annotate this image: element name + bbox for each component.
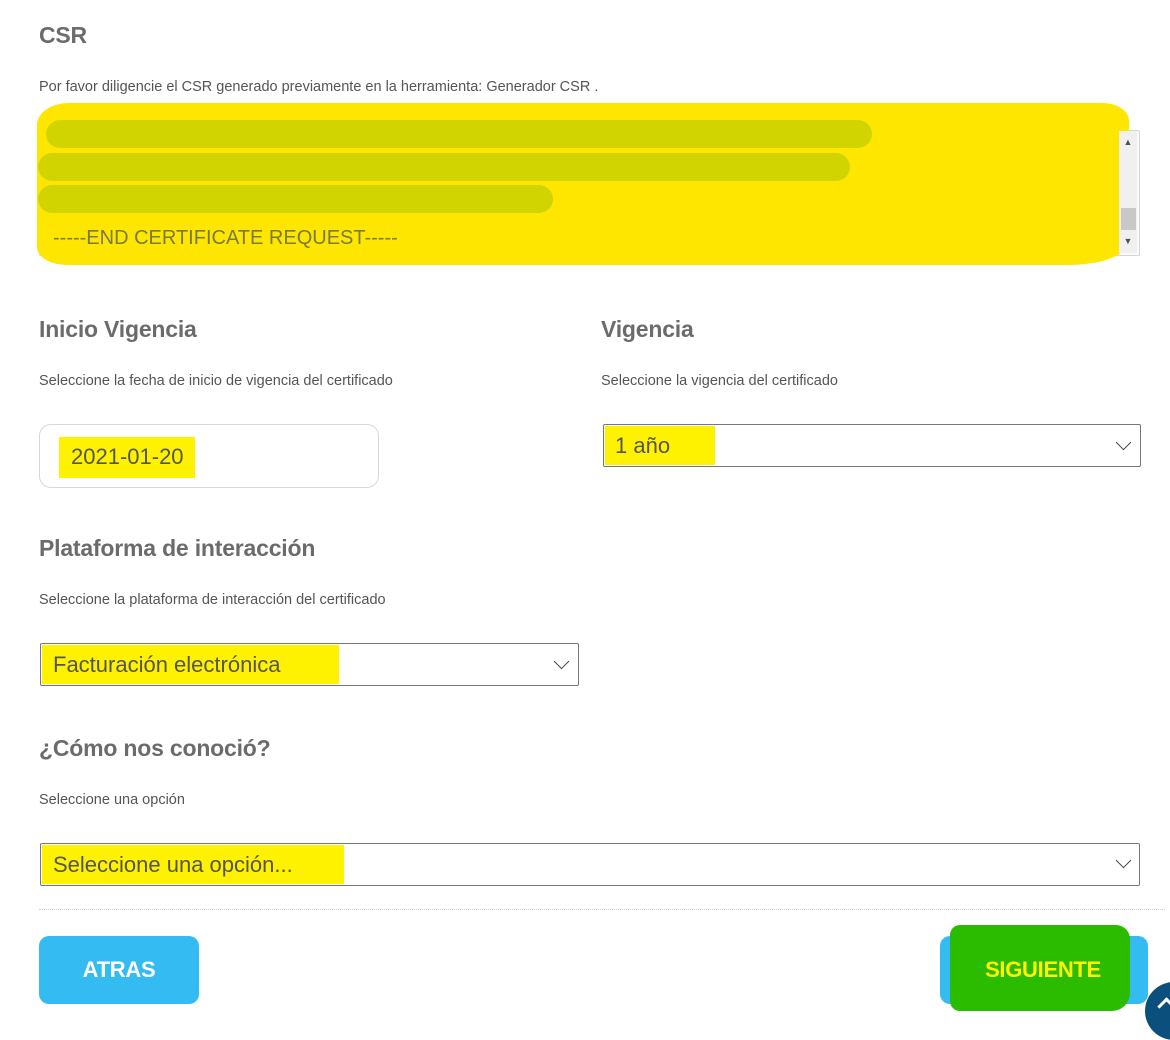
- inicio-vigencia-helper: Seleccione la fecha de inicio de vigenci…: [39, 373, 393, 389]
- section-divider: [39, 909, 1165, 910]
- vigencia-helper: Seleccione la vigencia del certificado: [601, 373, 838, 389]
- redaction-bar: [38, 153, 850, 181]
- inicio-vigencia-title: Inicio Vigencia: [39, 316, 197, 342]
- como-nos-conocio-helper: Seleccione una opción: [39, 792, 185, 808]
- plataforma-selected-value: Facturación electrónica: [53, 652, 281, 677]
- csr-title: CSR: [39, 22, 87, 48]
- vigencia-selected-value: 1 año: [615, 433, 671, 458]
- scroll-down-icon[interactable]: ▼: [1119, 236, 1137, 246]
- como-nos-conocio-selected-value: Seleccione una opción...: [53, 852, 293, 877]
- plataforma-title: Plataforma de interacción: [39, 535, 316, 561]
- next-button-label[interactable]: SIGUIENTE: [950, 936, 1136, 1004]
- plataforma-helper: Seleccione la plataforma de interacción …: [39, 592, 386, 608]
- csr-value-text: -----END CERTIFICATE REQUEST-----: [53, 227, 398, 249]
- csr-scrollbar[interactable]: [1119, 131, 1137, 253]
- redaction-bar: [38, 185, 553, 213]
- scroll-up-icon[interactable]: ▲: [1119, 137, 1137, 147]
- como-nos-conocio-title: ¿Cómo nos conoció?: [39, 735, 271, 761]
- scrollbar-thumb[interactable]: [1121, 208, 1136, 230]
- back-button[interactable]: ATRAS: [39, 936, 199, 1004]
- vigencia-title: Vigencia: [601, 316, 694, 342]
- csr-helper-text: Por favor diligencie el CSR generado pre…: [39, 79, 599, 95]
- redaction-bar: [46, 120, 872, 148]
- inicio-vigencia-value: 2021-01-20: [71, 444, 184, 469]
